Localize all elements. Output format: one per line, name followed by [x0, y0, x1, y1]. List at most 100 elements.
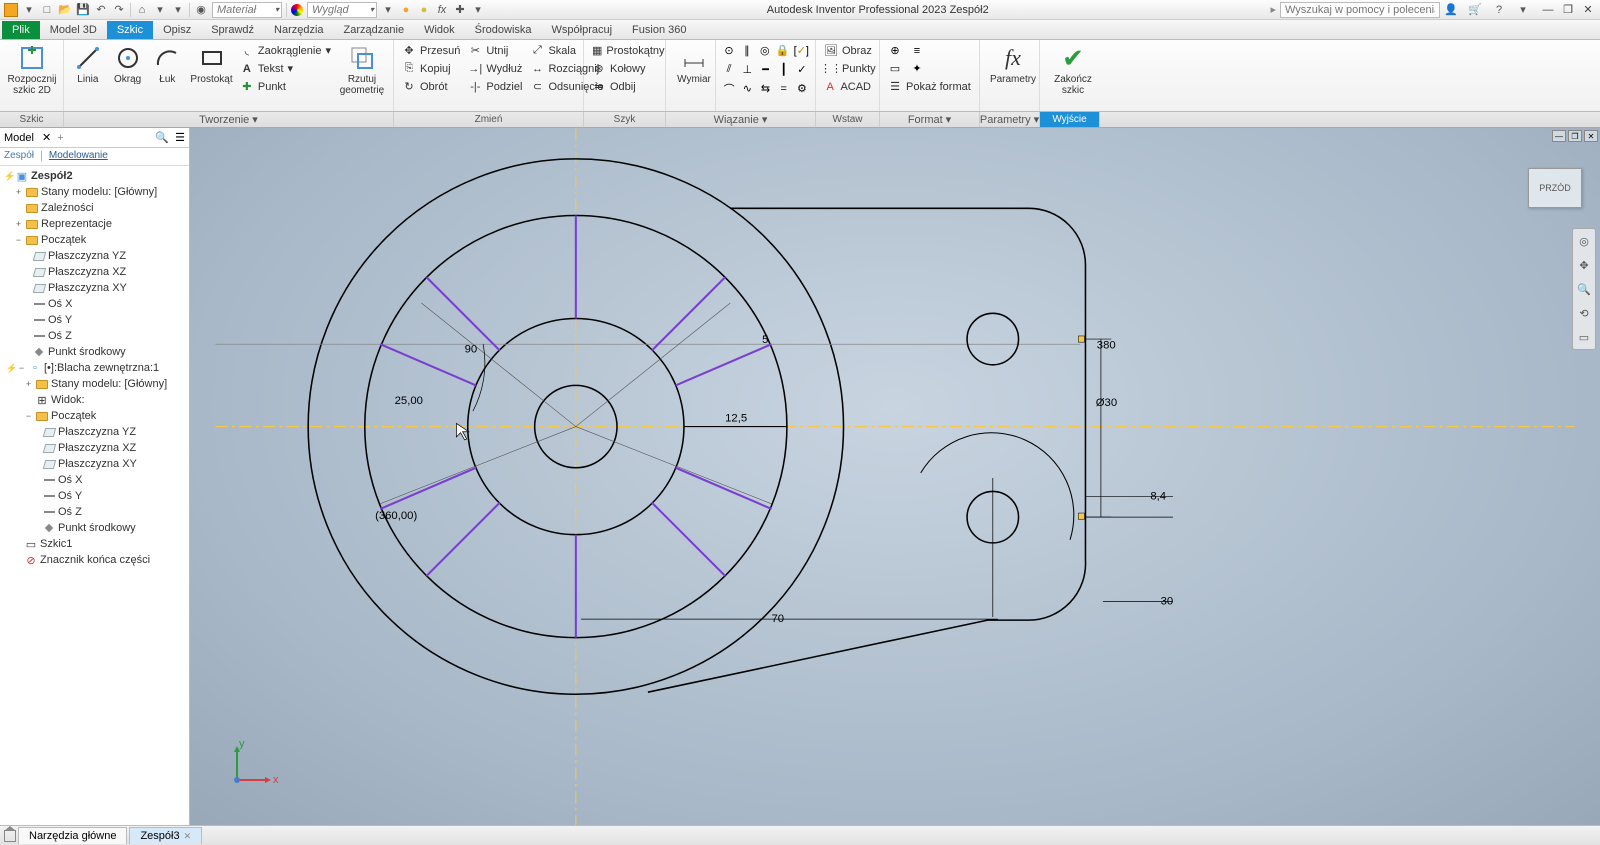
new-icon[interactable]: □	[40, 3, 54, 17]
panel-label-pattern[interactable]: Szyk	[584, 112, 666, 127]
tree-sketch1[interactable]: ▭Szkic1	[2, 536, 187, 552]
tab-close-icon[interactable]: ✕	[184, 831, 192, 842]
panel-label-create[interactable]: Tworzenie▾	[64, 112, 394, 127]
rotate-button[interactable]: ↻Obrót	[400, 78, 462, 95]
tree-axis-z[interactable]: Oś Z	[2, 328, 187, 344]
panel-label-sketch[interactable]: Szkic	[0, 112, 64, 127]
construction-icon[interactable]: ⊕	[886, 42, 904, 59]
arc-button[interactable]: Łuk	[149, 42, 185, 85]
show-format-button[interactable]: ☰Pokaż format	[886, 78, 973, 95]
orange-ball-icon[interactable]: ●	[399, 3, 413, 17]
save-icon[interactable]: 💾	[76, 3, 90, 17]
circle-button[interactable]: Okrąg	[110, 42, 146, 85]
panel-label-exit[interactable]: Wyjście	[1040, 112, 1100, 127]
start-sketch-button[interactable]: Rozpocznij szkic 2D	[6, 42, 58, 96]
material-combo[interactable]: Materiał	[212, 2, 282, 18]
parallel-icon[interactable]: ⫽	[722, 61, 736, 78]
tree-reps[interactable]: +Reprezentacje	[2, 216, 187, 232]
tab-inspect[interactable]: Sprawdź	[201, 21, 264, 39]
tree-modelstates2[interactable]: +Stany modelu: [Główny]	[2, 376, 187, 392]
symmetric-icon[interactable]: ⇆	[758, 80, 772, 97]
home-tab-icon[interactable]	[4, 830, 16, 842]
help-search-input[interactable]	[1280, 2, 1440, 18]
split-button[interactable]: -|-Podziel	[466, 78, 524, 95]
tree-centerpoint[interactable]: Punkt środkowy	[2, 344, 187, 360]
tree-centerpoint2[interactable]: Punkt środkowy	[2, 520, 187, 536]
tree-origin2[interactable]: −Początek	[2, 408, 187, 424]
help-dropdown-icon[interactable]: ▾	[1516, 3, 1530, 17]
tab-environments[interactable]: Środowiska	[465, 21, 542, 39]
tree-plane-yz[interactable]: Płaszczyzna YZ	[2, 248, 187, 264]
collapse-icon[interactable]: −	[14, 235, 23, 245]
qat-dropdown-icon[interactable]: ▾	[471, 3, 485, 17]
fillet-button[interactable]: ◟Zaokrąglenie▾	[238, 42, 333, 59]
tree-part[interactable]: ⚡−▫[•]:Blacha zewnętrzna:1	[2, 360, 187, 376]
tab-model3d[interactable]: Model 3D	[40, 21, 107, 39]
user-icon[interactable]: 👤	[1444, 3, 1458, 17]
restore-button[interactable]: ❐	[1560, 3, 1576, 17]
help-icon[interactable]: ?	[1492, 3, 1506, 17]
parameters-button[interactable]: fx Parametry	[986, 42, 1040, 85]
search-chevron-icon[interactable]: ▸	[1270, 3, 1276, 16]
tab-annotate[interactable]: Opisz	[153, 21, 201, 39]
tab-collaborate[interactable]: Współpracuj	[542, 21, 623, 39]
tree-view[interactable]: ⊞Widok:	[2, 392, 187, 408]
panel-label-format[interactable]: Format▾	[880, 112, 980, 127]
finish-sketch-button[interactable]: ✔ Zakończ szkic	[1046, 42, 1100, 96]
browser-add-icon[interactable]: +	[57, 132, 63, 144]
browser-close-icon[interactable]: ✕	[42, 131, 51, 144]
panel-label-parameters[interactable]: Parametry▾	[980, 112, 1040, 127]
project-geometry-button[interactable]: Rzutuj geometrię	[337, 42, 387, 96]
tab-view[interactable]: Widok	[414, 21, 465, 39]
expand-icon[interactable]: +	[14, 219, 23, 229]
tab-file[interactable]: Plik	[2, 21, 40, 39]
fix-icon[interactable]: 🔒	[776, 42, 790, 59]
line-button[interactable]: Linia	[70, 42, 106, 85]
perpendicular-icon[interactable]: ⊥	[740, 61, 754, 78]
image-button[interactable]: 🖼Obraz	[822, 42, 873, 59]
coincident-icon[interactable]: ⊙	[722, 42, 736, 59]
panel-label-modify[interactable]: Zmień	[394, 112, 584, 127]
tree-relations[interactable]: Zależności	[2, 200, 187, 216]
search-icon[interactable]: 🔍	[155, 131, 169, 144]
text-button[interactable]: ATekst▾	[238, 60, 333, 77]
centerline-icon[interactable]: ≡	[908, 42, 926, 59]
tree-plane-xz[interactable]: Płaszczyzna XZ	[2, 264, 187, 280]
driven-icon[interactable]: ▭	[886, 60, 904, 77]
undo-icon[interactable]: ↶	[94, 3, 108, 17]
tab-fusion[interactable]: Fusion 360	[622, 21, 696, 39]
constraint-settings-icon[interactable]: ⚙	[795, 80, 809, 97]
tree-axis-z2[interactable]: Oś Z	[2, 504, 187, 520]
collapse-icon[interactable]: −	[24, 411, 33, 421]
concentric-icon[interactable]: ◎	[758, 42, 772, 59]
tab-sketch[interactable]: Szkic	[107, 21, 153, 39]
collapse-icon[interactable]: −	[17, 363, 26, 373]
team-icon[interactable]: ▾	[153, 3, 167, 17]
points-button[interactable]: ⋮⋮Punkty	[822, 60, 873, 77]
open-icon[interactable]: 📂	[58, 3, 72, 17]
centerpoint-icon[interactable]: ✦	[908, 60, 926, 77]
tree-axis-y2[interactable]: Oś Y	[2, 488, 187, 504]
auto-constraints-icon[interactable]: ✓	[795, 61, 809, 78]
yellow-ball-icon[interactable]: ●	[417, 3, 431, 17]
menu-icon[interactable]: ☰	[175, 131, 185, 144]
tree-plane-yz2[interactable]: Płaszczyzna YZ	[2, 424, 187, 440]
fx-icon[interactable]: fx	[435, 3, 449, 17]
horizontal-icon[interactable]: ━	[758, 61, 772, 78]
show-constraints-icon[interactable]: [✓]	[794, 42, 809, 59]
tree-axis-y[interactable]: Oś Y	[2, 312, 187, 328]
tree-plane-xz2[interactable]: Płaszczyzna XZ	[2, 440, 187, 456]
home-icon[interactable]: ⌂	[135, 3, 149, 17]
tree-plane-xy[interactable]: Płaszczyzna XY	[2, 280, 187, 296]
doc-tab-assembly[interactable]: Zespół3✕	[129, 827, 202, 844]
tree-eop[interactable]: ⊘Znacznik końca części	[2, 552, 187, 568]
cart-icon[interactable]: 🛒	[1468, 3, 1482, 17]
tree-plane-xy2[interactable]: Płaszczyzna XY	[2, 456, 187, 472]
graphics-canvas[interactable]: — ❐ ✕ PRZÓD ◎ ✥ 🔍 ⟲ ▭	[190, 128, 1600, 825]
tree-origin[interactable]: −Początek	[2, 232, 187, 248]
dimension-button[interactable]: Wymiar	[672, 42, 716, 85]
point-button[interactable]: ✚Punkt	[238, 78, 333, 95]
file-menu-icon[interactable]: ▾	[22, 3, 36, 17]
panel-label-constrain[interactable]: Wiązanie▾	[666, 112, 816, 127]
smooth-icon[interactable]: ∿	[740, 80, 754, 97]
